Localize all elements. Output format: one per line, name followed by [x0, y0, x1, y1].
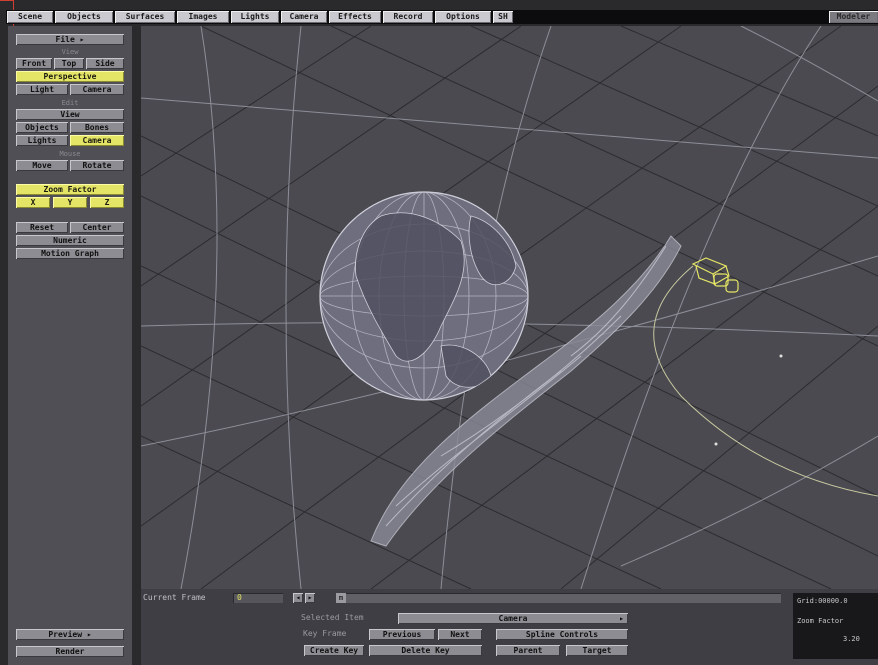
view-light-button[interactable]: Light	[16, 84, 68, 95]
center-button[interactable]: Center	[70, 222, 124, 233]
popup-arrow-icon: ▸	[79, 35, 85, 44]
left-toolbar: File ▸ View Front Top Side Perspective L…	[8, 26, 132, 665]
view-group-label: View	[61, 48, 79, 56]
numeric-button[interactable]: Numeric	[16, 235, 124, 246]
file-label: File	[55, 35, 75, 44]
delete-key-button[interactable]: Delete Key	[369, 645, 482, 656]
selected-item-value: Camera	[498, 614, 528, 623]
frame-step-back-button[interactable]: ◂	[293, 593, 303, 603]
view-side-button[interactable]: Side	[86, 58, 124, 69]
tab-lights[interactable]: Lights	[231, 11, 279, 23]
next-key-button[interactable]: Next	[438, 629, 482, 640]
grid-readout: Grid:00000.0	[797, 597, 848, 605]
zoom-factor-button[interactable]: Zoom Factor	[16, 184, 124, 195]
render-button[interactable]: Render	[16, 646, 124, 657]
globe-object	[319, 191, 529, 401]
edit-bones-button[interactable]: Bones	[70, 122, 124, 133]
perspective-viewport[interactable]	[141, 26, 878, 589]
view-front-button[interactable]: Front	[16, 58, 52, 69]
camera-icon[interactable]	[691, 257, 739, 293]
tab-effects[interactable]: Effects	[329, 11, 381, 23]
view-top-button[interactable]: Top	[54, 58, 84, 69]
current-frame-label: Current Frame	[143, 593, 206, 602]
frame-step-forward-button[interactable]: ▸	[305, 593, 315, 603]
current-frame-field[interactable]: 0	[233, 593, 283, 603]
path-keyframe	[779, 354, 783, 358]
key-frame-label: Key Frame	[303, 629, 347, 638]
edit-view-button[interactable]: View	[16, 109, 124, 120]
zoom-factor-readout-value: 3.20	[843, 635, 860, 643]
preview-label: Preview	[48, 630, 83, 639]
axis-x-button[interactable]: X	[16, 197, 50, 208]
edit-objects-button[interactable]: Objects	[16, 122, 68, 133]
view-perspective-button[interactable]: Perspective	[16, 71, 124, 82]
scene-wireframe	[141, 26, 878, 589]
tab-images[interactable]: Images	[177, 11, 229, 23]
tab-camera[interactable]: Camera	[281, 11, 327, 23]
arrow-right-icon: ▸	[307, 593, 313, 602]
mouse-group-label: Mouse	[59, 150, 81, 158]
tab-objects[interactable]: Objects	[55, 11, 113, 23]
frame-slider-handle[interactable]: m	[336, 593, 346, 603]
timeline-panel: Current Frame 0 ◂ ▸ m Selected Item Came…	[141, 589, 878, 665]
selected-item-label: Selected Item	[301, 613, 364, 622]
edit-camera-button[interactable]: Camera	[70, 135, 124, 146]
popup-arrow-icon: ▸	[86, 630, 92, 639]
zoom-factor-readout-label: Zoom Factor	[797, 617, 844, 625]
mouse-rotate-button[interactable]: Rotate	[70, 160, 124, 171]
tab-surfaces[interactable]: Surfaces	[115, 11, 175, 23]
tab-options[interactable]: Options	[435, 11, 491, 23]
selected-item-dropdown[interactable]: Camera ▸	[398, 613, 628, 624]
tab-modeler[interactable]: Modeler	[829, 11, 878, 23]
previous-key-button[interactable]: Previous	[369, 629, 435, 640]
create-key-button[interactable]: Create Key	[304, 645, 364, 656]
arrow-left-icon: ◂	[295, 593, 301, 602]
mouse-move-button[interactable]: Move	[16, 160, 68, 171]
frame-slider[interactable]: m	[336, 593, 781, 603]
motion-graph-button[interactable]: Motion Graph	[16, 248, 124, 259]
spline-controls-button[interactable]: Spline Controls	[496, 629, 628, 640]
axis-z-button[interactable]: Z	[90, 197, 124, 208]
view-camera-button[interactable]: Camera	[70, 84, 124, 95]
edit-group-label: Edit	[61, 99, 79, 107]
file-button[interactable]: File ▸	[16, 34, 124, 45]
preview-button[interactable]: Preview ▸	[16, 629, 124, 640]
parent-button[interactable]: Parent	[496, 645, 560, 656]
tab-scene[interactable]: Scene	[7, 11, 53, 23]
camera-motion-path	[653, 265, 878, 497]
edit-lights-button[interactable]: Lights	[16, 135, 68, 146]
tab-sh[interactable]: SH	[493, 11, 513, 23]
reset-button[interactable]: Reset	[16, 222, 68, 233]
axis-y-button[interactable]: Y	[53, 197, 87, 208]
path-keyframe	[714, 442, 718, 446]
tab-record[interactable]: Record	[383, 11, 433, 23]
chevron-right-icon: ▸	[619, 614, 624, 623]
target-button[interactable]: Target	[566, 645, 628, 656]
info-display: Grid:00000.0 Zoom Factor 3.20	[793, 593, 878, 659]
menu-bar: Scene Objects Surfaces Images Lights Cam…	[6, 10, 878, 24]
